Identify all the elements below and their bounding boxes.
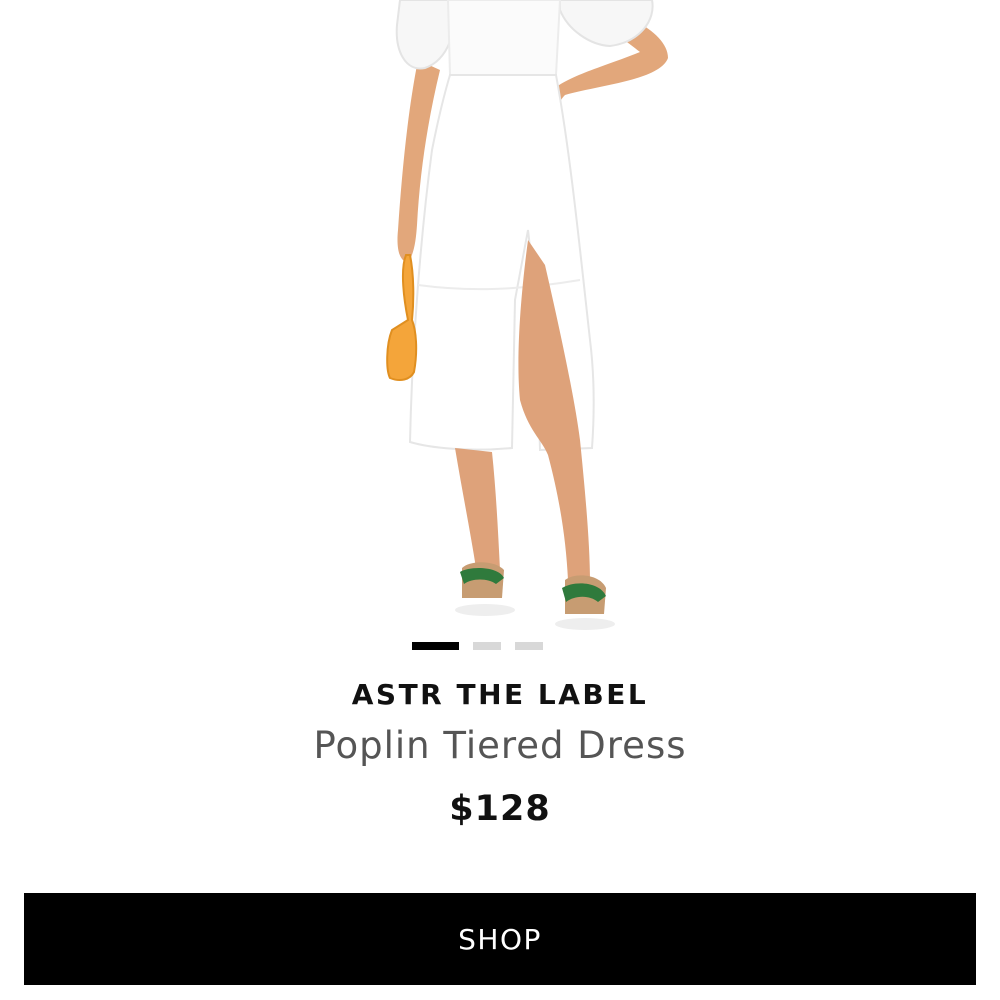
dress-photo [386,0,668,630]
carousel-dot-active[interactable] [411,642,459,650]
carousel-dot[interactable] [472,642,501,650]
product-price: $128 [449,789,551,829]
carousel-dot[interactable] [514,642,543,650]
shop-button[interactable]: SHOP [24,893,976,985]
shop-button-label: SHOP [458,922,542,956]
product-title: Poplin Tiered Dress [313,724,687,767]
brand-name: ASTR THE LABEL [351,678,649,711]
carousel-indicator [0,642,1000,650]
product-image[interactable] [0,0,1000,635]
product-card: ASTR THE LABEL Poplin Tiered Dress $128 … [0,0,1000,1000]
